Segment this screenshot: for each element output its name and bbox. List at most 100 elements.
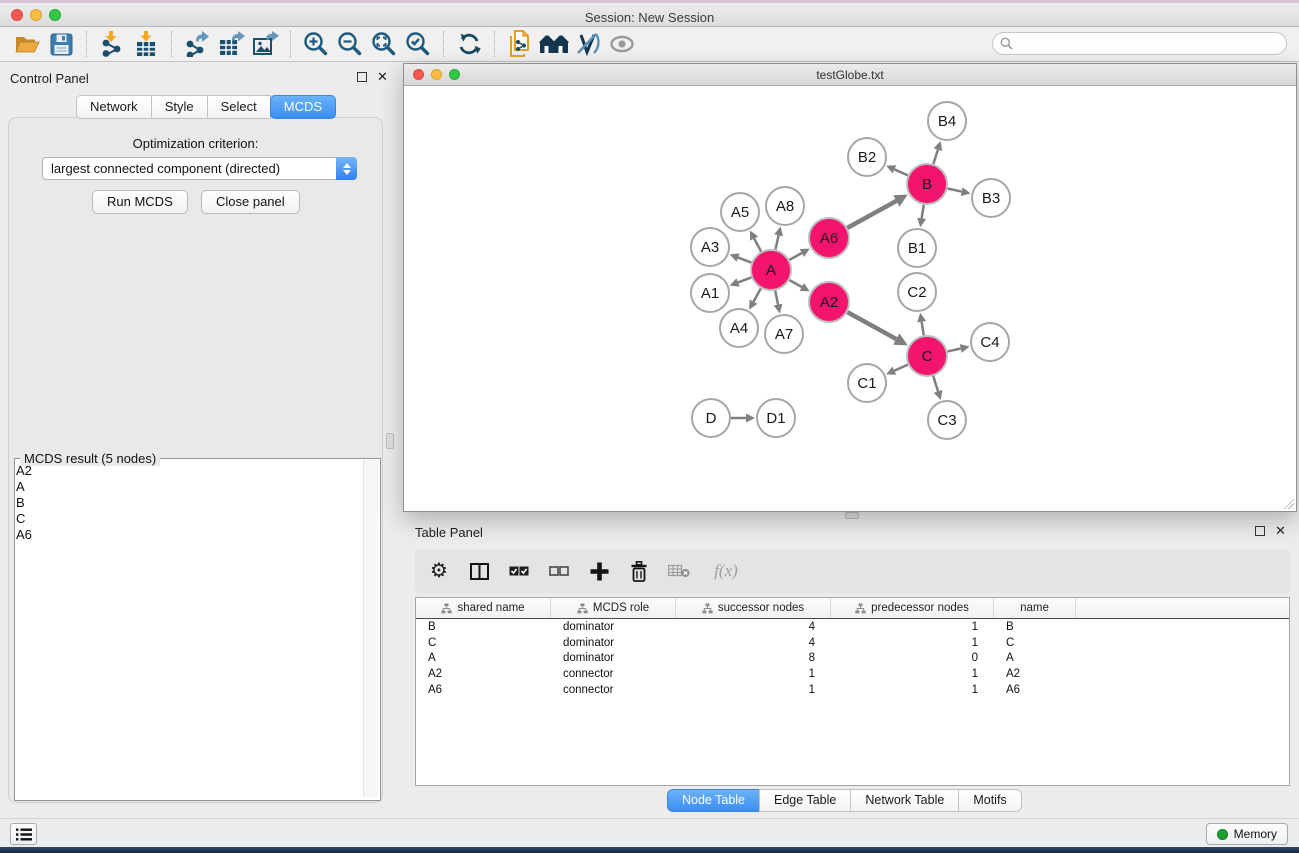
- graph-node-B1[interactable]: B1: [898, 229, 936, 267]
- table-cell[interactable]: connector: [551, 668, 676, 680]
- graph-edge-C-C4[interactable]: [947, 349, 960, 352]
- graph-edge-A2-C[interactable]: [847, 312, 896, 339]
- run-mcds-button[interactable]: Run MCDS: [92, 190, 188, 214]
- table-tab-motifs[interactable]: Motifs: [958, 789, 1021, 812]
- table-cell[interactable]: A2: [994, 668, 1076, 680]
- table-cell[interactable]: A: [994, 652, 1076, 664]
- mcds-result-scrollbar[interactable]: [363, 460, 378, 797]
- create-column-button[interactable]: [587, 558, 611, 584]
- table-settings-button[interactable]: ⚙: [427, 558, 451, 584]
- search-input[interactable]: [1017, 35, 1286, 53]
- network-canvas[interactable]: B4B2BB3A8A5A6A3B1AC2A1A2A4A7C4CC1DD1C3: [404, 87, 1296, 511]
- graph-edge-C-C2[interactable]: [922, 322, 924, 336]
- graph-node-A[interactable]: A: [751, 250, 791, 290]
- graph-edge-B-B1[interactable]: [922, 205, 924, 219]
- graph-node-C4[interactable]: C4: [971, 323, 1009, 361]
- table-cell[interactable]: C: [416, 637, 551, 649]
- graph-edge-B-B4[interactable]: [933, 150, 938, 164]
- select-all-columns-button[interactable]: [507, 558, 531, 584]
- tab-mcds[interactable]: MCDS: [270, 95, 336, 119]
- graph-node-B3[interactable]: B3: [972, 179, 1010, 217]
- table-cell[interactable]: B: [994, 621, 1076, 633]
- tab-style[interactable]: Style: [151, 95, 208, 119]
- column-header-predecessor-nodes[interactable]: predecessor nodes: [831, 598, 994, 618]
- graph-node-C2[interactable]: C2: [898, 273, 936, 311]
- close-panel-icon[interactable]: ✕: [377, 72, 388, 82]
- graph-edge-B-B3[interactable]: [948, 188, 962, 191]
- table-cell[interactable]: A6: [416, 684, 551, 696]
- table-row[interactable]: A6connector11A6: [416, 682, 1289, 698]
- mcds-result-item[interactable]: A6: [16, 527, 363, 543]
- graph-edge-A-A4[interactable]: [753, 288, 760, 301]
- close-panel-button[interactable]: Close panel: [201, 190, 300, 214]
- graph-node-A7[interactable]: A7: [765, 315, 803, 353]
- graph-node-A3[interactable]: A3: [691, 228, 729, 266]
- graph-node-A1[interactable]: A1: [691, 274, 729, 312]
- column-header-MCDS-role[interactable]: MCDS role: [551, 598, 676, 618]
- table-cell[interactable]: 4: [676, 637, 831, 649]
- graph-edge-A-A7[interactable]: [775, 291, 778, 305]
- refresh-layout-button[interactable]: [452, 29, 486, 59]
- function-builder-button[interactable]: f(x): [707, 558, 745, 584]
- import-table-button[interactable]: [129, 29, 163, 59]
- table-tab-node-table[interactable]: Node Table: [667, 789, 760, 812]
- table-cell[interactable]: 0: [831, 652, 994, 664]
- table-cell[interactable]: dominator: [551, 621, 676, 633]
- zoom-out-button[interactable]: [333, 29, 367, 59]
- open-file-button[interactable]: [10, 29, 44, 59]
- zoom-selected-button[interactable]: [401, 29, 435, 59]
- table-cell[interactable]: 1: [676, 684, 831, 696]
- table-cell[interactable]: 1: [831, 621, 994, 633]
- graph-node-A5[interactable]: A5: [721, 193, 759, 231]
- table-row[interactable]: A2connector11A2: [416, 666, 1289, 682]
- show-hide-button[interactable]: [605, 29, 639, 59]
- mcds-result-item[interactable]: B: [16, 495, 363, 511]
- column-header-shared-name[interactable]: shared name: [416, 598, 551, 618]
- graph-edge-A-A6[interactable]: [789, 253, 801, 260]
- graph-edge-B-B2[interactable]: [894, 169, 907, 175]
- graph-edge-A-A1[interactable]: [738, 277, 751, 282]
- table-cell[interactable]: dominator: [551, 652, 676, 664]
- horizontal-splitter-handle[interactable]: [845, 512, 859, 519]
- search-field[interactable]: [992, 32, 1287, 55]
- table-cell[interactable]: 1: [831, 668, 994, 680]
- column-header-name[interactable]: name: [994, 598, 1076, 618]
- table-cell[interactable]: 1: [831, 637, 994, 649]
- table-row[interactable]: Cdominator41C: [416, 635, 1289, 651]
- unselect-all-columns-button[interactable]: [547, 558, 571, 584]
- graph-node-C[interactable]: C: [907, 336, 947, 376]
- graph-node-A6[interactable]: A6: [809, 218, 849, 258]
- export-table-button[interactable]: [214, 29, 248, 59]
- column-header-successor-nodes[interactable]: successor nodes: [676, 598, 831, 618]
- table-row[interactable]: Bdominator41B: [416, 619, 1289, 635]
- float-table-panel-icon[interactable]: [1255, 526, 1265, 536]
- graph-node-A8[interactable]: A8: [766, 187, 804, 225]
- graphics-details-button[interactable]: [571, 29, 605, 59]
- mcds-result-item[interactable]: C: [16, 511, 363, 527]
- table-cell[interactable]: 1: [676, 668, 831, 680]
- table-cell[interactable]: connector: [551, 684, 676, 696]
- graph-node-A4[interactable]: A4: [720, 309, 758, 347]
- graph-node-B2[interactable]: B2: [848, 138, 886, 176]
- delete-table-button[interactable]: [667, 558, 691, 584]
- graph-edge-A-A3[interactable]: [738, 258, 751, 263]
- close-table-panel-icon[interactable]: ✕: [1275, 526, 1286, 536]
- graph-edge-A-A5[interactable]: [754, 238, 761, 251]
- tab-select[interactable]: Select: [207, 95, 271, 119]
- graph-node-D[interactable]: D: [692, 399, 730, 437]
- task-history-button[interactable]: [10, 823, 37, 845]
- graph-node-B4[interactable]: B4: [928, 102, 966, 140]
- float-panel-icon[interactable]: [357, 72, 367, 82]
- table-tab-edge-table[interactable]: Edge Table: [759, 789, 851, 812]
- table-cell[interactable]: A: [416, 652, 551, 664]
- export-network-button[interactable]: [180, 29, 214, 59]
- zoom-in-button[interactable]: [299, 29, 333, 59]
- new-network-from-selection-button[interactable]: [503, 29, 537, 59]
- home-button[interactable]: [537, 29, 571, 59]
- mcds-result-item[interactable]: A2: [16, 463, 363, 479]
- tab-network[interactable]: Network: [76, 95, 152, 119]
- export-image-button[interactable]: [248, 29, 282, 59]
- graph-node-A2[interactable]: A2: [809, 282, 849, 322]
- table-cell[interactable]: dominator: [551, 637, 676, 649]
- mcds-result-item[interactable]: A: [16, 479, 363, 495]
